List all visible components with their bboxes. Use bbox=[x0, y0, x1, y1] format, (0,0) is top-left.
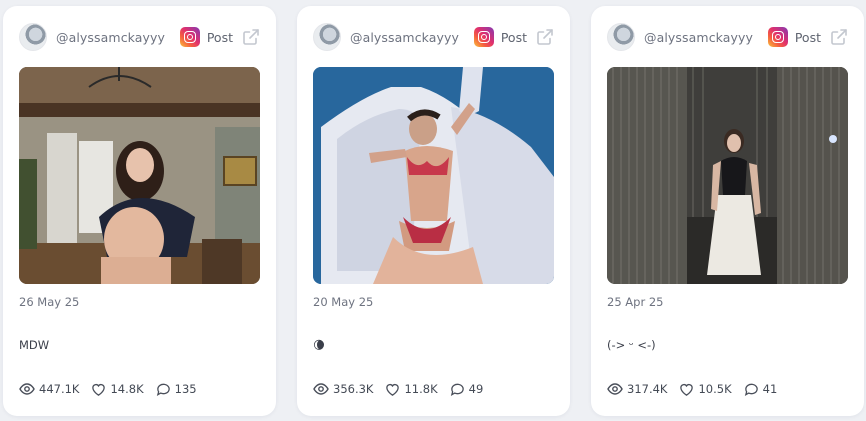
instagram-icon bbox=[767, 27, 788, 47]
views-stat: 356.3K bbox=[313, 381, 373, 397]
post-header: @alyssamckayyy Post bbox=[313, 22, 554, 52]
likes-stat: 10.5K bbox=[679, 382, 732, 397]
post-caption: MDW bbox=[19, 338, 50, 352]
comment-icon bbox=[156, 383, 170, 396]
eye-icon bbox=[313, 383, 329, 395]
post-stats: 356.3K 11.8K 49 bbox=[313, 381, 495, 397]
post-date: 26 May 25 bbox=[19, 295, 80, 309]
comments-count: 49 bbox=[468, 382, 484, 396]
likes-stat: 11.8K bbox=[385, 382, 438, 397]
likes-count: 14.8K bbox=[110, 382, 144, 396]
post-card[interactable]: @alyssamckayyy Post bbox=[591, 6, 864, 416]
avatar[interactable] bbox=[19, 23, 47, 51]
external-link-icon[interactable] bbox=[536, 28, 554, 46]
post-type-label: Post bbox=[206, 29, 233, 45]
views-count: 356.3K bbox=[333, 382, 374, 396]
post-date: 25 Apr 25 bbox=[607, 295, 664, 309]
likes-stat: 14.8K bbox=[91, 382, 144, 397]
instagram-icon bbox=[179, 27, 200, 47]
post-caption: 🌘 bbox=[313, 338, 325, 352]
comment-icon bbox=[744, 383, 758, 396]
eye-icon bbox=[607, 383, 623, 395]
views-stat: 447.1K bbox=[19, 381, 79, 397]
external-link-icon[interactable] bbox=[830, 28, 848, 46]
avatar[interactable] bbox=[313, 23, 341, 51]
account-handle[interactable]: @alyssamckayyy bbox=[644, 30, 753, 45]
views-count: 317.4K bbox=[627, 382, 668, 396]
eye-icon bbox=[19, 383, 35, 395]
comments-count: 135 bbox=[174, 382, 197, 396]
views-count: 447.1K bbox=[39, 382, 80, 396]
post-header: @alyssamckayyy Post bbox=[607, 22, 848, 52]
post-stats: 317.4K 10.5K 41 bbox=[607, 381, 789, 397]
views-stat: 317.4K bbox=[607, 381, 667, 397]
post-card[interactable]: @alyssamckayyy Post bbox=[297, 6, 570, 416]
comments-stat: 135 bbox=[156, 382, 197, 397]
heart-icon bbox=[386, 383, 400, 396]
post-image[interactable] bbox=[313, 67, 554, 284]
likes-count: 11.8K bbox=[404, 382, 438, 396]
post-caption: (-> ᵕ <-) bbox=[607, 338, 656, 352]
comments-stat: 41 bbox=[744, 382, 778, 397]
account-handle[interactable]: @alyssamckayyy bbox=[56, 30, 165, 45]
post-image[interactable] bbox=[607, 67, 848, 284]
comment-icon bbox=[450, 383, 464, 396]
heart-icon bbox=[92, 383, 106, 396]
post-date: 20 May 25 bbox=[313, 295, 374, 309]
instagram-icon bbox=[473, 27, 494, 47]
post-type-label: Post bbox=[794, 29, 821, 45]
avatar[interactable] bbox=[607, 23, 635, 51]
account-handle[interactable]: @alyssamckayyy bbox=[350, 30, 459, 45]
post-stats: 447.1K 14.8K 135 bbox=[19, 381, 209, 397]
external-link-icon[interactable] bbox=[242, 28, 260, 46]
post-type-label: Post bbox=[500, 29, 527, 45]
post-header: @alyssamckayyy Post bbox=[19, 22, 260, 52]
heart-icon bbox=[680, 383, 694, 396]
likes-count: 10.5K bbox=[698, 382, 732, 396]
post-image[interactable] bbox=[19, 67, 260, 284]
comments-count: 41 bbox=[762, 382, 778, 396]
post-card[interactable]: @alyssamckayyy Post bbox=[3, 6, 276, 416]
comments-stat: 49 bbox=[450, 382, 484, 397]
